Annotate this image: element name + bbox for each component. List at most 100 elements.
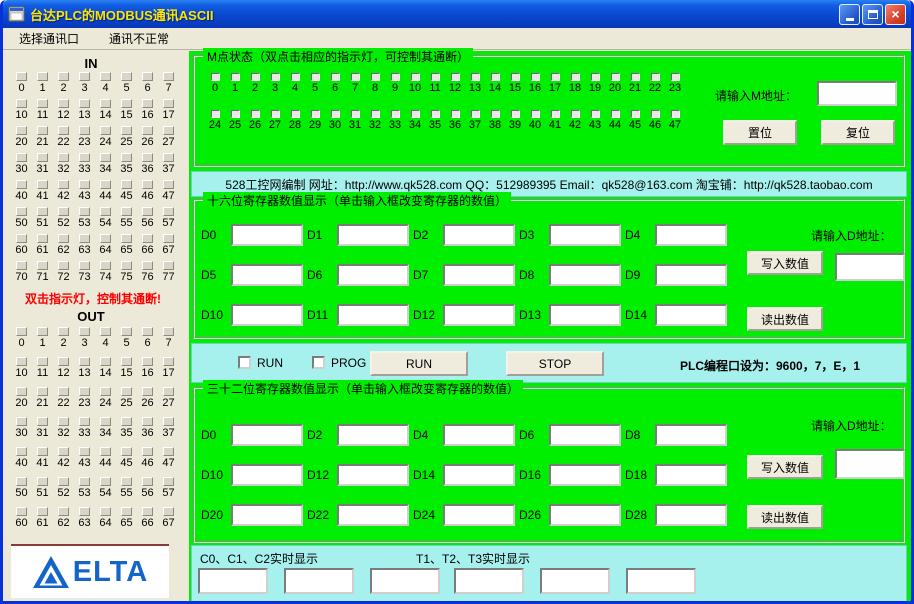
indicator-light[interactable] bbox=[411, 110, 420, 118]
indicator-cell[interactable]: 23 bbox=[74, 126, 95, 153]
indicator-cell[interactable]: 12 bbox=[445, 73, 465, 110]
indicator-light[interactable] bbox=[471, 110, 480, 118]
indicator-light[interactable] bbox=[16, 207, 27, 216]
indicator-light[interactable] bbox=[311, 73, 320, 81]
indicator-light[interactable] bbox=[16, 126, 27, 135]
indicator-cell[interactable]: 51 bbox=[32, 477, 53, 507]
m-address-input[interactable] bbox=[817, 81, 897, 106]
reg16-write-button[interactable]: 写入数值 bbox=[747, 251, 823, 275]
indicator-light[interactable] bbox=[142, 234, 153, 243]
indicator-cell[interactable]: 31 bbox=[32, 153, 53, 180]
indicator-cell[interactable]: 23 bbox=[74, 387, 95, 417]
indicator-cell[interactable]: 7 bbox=[345, 73, 365, 110]
indicator-cell[interactable]: 67 bbox=[158, 234, 179, 261]
indicator-cell[interactable]: 1 bbox=[225, 73, 245, 110]
indicator-light[interactable] bbox=[79, 126, 90, 135]
indicator-light[interactable] bbox=[631, 73, 640, 81]
indicator-cell[interactable]: 21 bbox=[32, 387, 53, 417]
indicator-light[interactable] bbox=[79, 507, 90, 516]
indicator-light[interactable] bbox=[371, 73, 380, 81]
register-value-input[interactable] bbox=[231, 504, 303, 526]
indicator-light[interactable] bbox=[100, 387, 111, 396]
indicator-light[interactable] bbox=[37, 261, 48, 270]
indicator-light[interactable] bbox=[491, 73, 500, 81]
indicator-cell[interactable]: 52 bbox=[53, 207, 74, 234]
indicator-cell[interactable]: 20 bbox=[11, 126, 32, 153]
indicator-cell[interactable]: 42 bbox=[565, 110, 585, 147]
indicator-light[interactable] bbox=[331, 73, 340, 81]
indicator-cell[interactable]: 22 bbox=[645, 73, 665, 110]
indicator-light[interactable] bbox=[142, 180, 153, 189]
indicator-light[interactable] bbox=[100, 417, 111, 426]
indicator-cell[interactable]: 10 bbox=[11, 99, 32, 126]
indicator-cell[interactable]: 31 bbox=[345, 110, 365, 147]
indicator-cell[interactable]: 40 bbox=[11, 447, 32, 477]
register-value-input[interactable] bbox=[549, 304, 621, 326]
indicator-cell[interactable]: 70 bbox=[11, 261, 32, 288]
indicator-cell[interactable]: 65 bbox=[116, 507, 137, 537]
register-value-input[interactable] bbox=[337, 224, 409, 246]
indicator-cell[interactable]: 44 bbox=[605, 110, 625, 147]
indicator-cell[interactable]: 43 bbox=[585, 110, 605, 147]
indicator-cell[interactable]: 27 bbox=[158, 126, 179, 153]
indicator-cell[interactable]: 71 bbox=[32, 261, 53, 288]
indicator-light[interactable] bbox=[331, 110, 340, 118]
indicator-cell[interactable]: 15 bbox=[116, 99, 137, 126]
indicator-cell[interactable]: 75 bbox=[116, 261, 137, 288]
prog-checkbox[interactable] bbox=[312, 356, 325, 369]
indicator-light[interactable] bbox=[551, 110, 560, 118]
indicator-light[interactable] bbox=[251, 73, 260, 81]
indicator-cell[interactable]: 26 bbox=[137, 126, 158, 153]
indicator-cell[interactable]: 7 bbox=[158, 327, 179, 357]
indicator-light[interactable] bbox=[163, 99, 174, 108]
indicator-cell[interactable]: 20 bbox=[11, 387, 32, 417]
indicator-cell[interactable]: 11 bbox=[32, 99, 53, 126]
register-value-input[interactable] bbox=[337, 464, 409, 486]
indicator-cell[interactable]: 2 bbox=[53, 72, 74, 99]
indicator-cell[interactable]: 13 bbox=[74, 99, 95, 126]
indicator-light[interactable] bbox=[121, 507, 132, 516]
register-value-input[interactable] bbox=[443, 304, 515, 326]
indicator-light[interactable] bbox=[571, 110, 580, 118]
indicator-cell[interactable]: 8 bbox=[365, 73, 385, 110]
indicator-cell[interactable]: 13 bbox=[465, 73, 485, 110]
indicator-light[interactable] bbox=[79, 477, 90, 486]
indicator-cell[interactable]: 25 bbox=[116, 387, 137, 417]
indicator-light[interactable] bbox=[16, 327, 27, 336]
indicator-cell[interactable]: 22 bbox=[53, 126, 74, 153]
indicator-cell[interactable]: 56 bbox=[137, 207, 158, 234]
indicator-cell[interactable]: 24 bbox=[205, 110, 225, 147]
indicator-cell[interactable]: 66 bbox=[137, 234, 158, 261]
indicator-light[interactable] bbox=[79, 417, 90, 426]
indicator-cell[interactable]: 35 bbox=[116, 417, 137, 447]
indicator-cell[interactable]: 36 bbox=[445, 110, 465, 147]
minimize-button[interactable] bbox=[839, 4, 860, 25]
register-value-input[interactable] bbox=[443, 264, 515, 286]
indicator-light[interactable] bbox=[531, 110, 540, 118]
counter-display[interactable] bbox=[284, 568, 354, 594]
indicator-light[interactable] bbox=[37, 126, 48, 135]
indicator-cell[interactable]: 32 bbox=[53, 153, 74, 180]
indicator-cell[interactable]: 26 bbox=[137, 387, 158, 417]
indicator-light[interactable] bbox=[58, 126, 69, 135]
indicator-cell[interactable]: 52 bbox=[53, 477, 74, 507]
indicator-light[interactable] bbox=[271, 110, 280, 118]
indicator-light[interactable] bbox=[79, 180, 90, 189]
indicator-light[interactable] bbox=[37, 180, 48, 189]
indicator-cell[interactable]: 62 bbox=[53, 234, 74, 261]
indicator-light[interactable] bbox=[471, 73, 480, 81]
indicator-light[interactable] bbox=[58, 447, 69, 456]
indicator-light[interactable] bbox=[79, 387, 90, 396]
indicator-light[interactable] bbox=[163, 207, 174, 216]
menu-item-comm-status[interactable]: 通讯不正常 bbox=[101, 28, 177, 49]
indicator-light[interactable] bbox=[16, 477, 27, 486]
indicator-cell[interactable]: 26 bbox=[245, 110, 265, 147]
indicator-light[interactable] bbox=[271, 73, 280, 81]
indicator-cell[interactable]: 6 bbox=[325, 73, 345, 110]
timer-display[interactable] bbox=[626, 568, 696, 594]
indicator-cell[interactable]: 5 bbox=[305, 73, 325, 110]
indicator-light[interactable] bbox=[511, 110, 520, 118]
indicator-light[interactable] bbox=[79, 72, 90, 81]
indicator-cell[interactable]: 22 bbox=[53, 387, 74, 417]
indicator-light[interactable] bbox=[411, 73, 420, 81]
